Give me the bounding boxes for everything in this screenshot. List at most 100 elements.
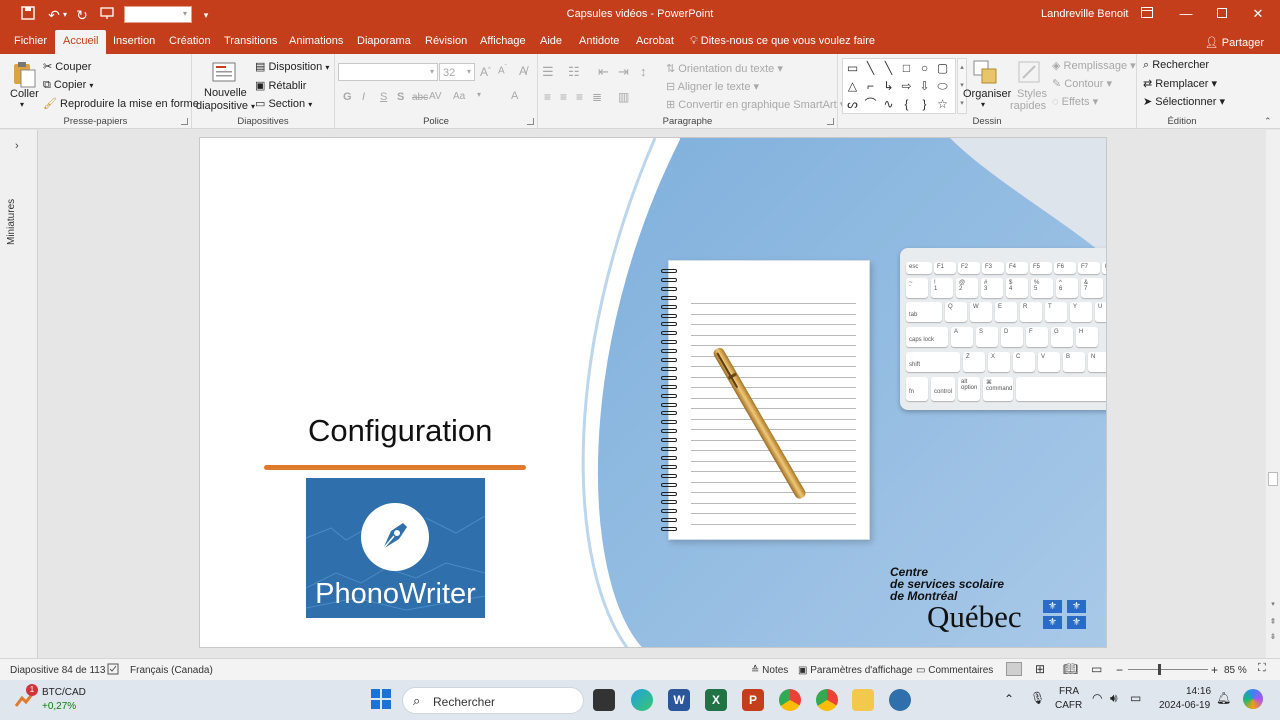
elbow-arrow-icon[interactable]: ↳ <box>881 79 896 94</box>
clock-date[interactable]: 2024-06-19 <box>1159 700 1210 711</box>
dialog-launcher-icon[interactable] <box>827 118 834 125</box>
triangle-shape-icon[interactable]: △ <box>845 79 860 94</box>
excel-icon[interactable]: X <box>705 689 727 711</box>
maximize-icon[interactable] <box>1204 3 1240 25</box>
shape-effects-button[interactable]: ◌ Effets ▾ <box>1052 95 1098 108</box>
right-brace-icon[interactable]: } <box>917 97 932 112</box>
slide-title[interactable]: Configuration <box>308 413 492 449</box>
word-icon[interactable]: W <box>668 689 690 711</box>
chrome-icon[interactable] <box>779 689 801 711</box>
edge-browser-icon[interactable] <box>631 689 653 711</box>
zoom-slider-thumb[interactable] <box>1158 664 1161 675</box>
notification-bell-icon[interactable]: 🔔︎ <box>1216 691 1231 705</box>
prev-slide-icon[interactable]: ⇞ <box>1268 617 1278 626</box>
minimize-icon[interactable]: — <box>1168 3 1204 25</box>
next-slide-icon[interactable]: ⇟ <box>1268 632 1278 641</box>
task-view-icon[interactable] <box>593 689 615 711</box>
notes-button[interactable]: ≙ Notes <box>751 665 788 676</box>
hidden-icons-chevron-icon[interactable]: ⌃ <box>1004 692 1014 706</box>
quick-styles-label-1[interactable]: Styles <box>1017 88 1047 100</box>
right-arrow-shape-icon[interactable]: ⇨ <box>899 79 914 94</box>
slide[interactable]: esc F1 F2 F3 F4 F5 F6 F7 F8 ~` !1 @2 #3 … <box>199 137 1107 648</box>
reset-button[interactable]: ▣ Rétablir <box>255 79 306 92</box>
line-spacing-icon[interactable]: ↕ <box>640 64 647 79</box>
paste-button[interactable]: Coller <box>10 88 39 100</box>
paste-icon[interactable] <box>12 60 36 88</box>
rectangle-shape-icon[interactable]: □ <box>899 61 914 76</box>
underline-button[interactable]: S <box>380 91 387 103</box>
tab-diaporama[interactable]: Diaporama <box>357 35 411 47</box>
replace-button[interactable]: ⇄ Remplacer ▾ <box>1143 77 1217 90</box>
wifi-icon[interactable]: ◠ <box>1092 691 1102 705</box>
shapes-scroll[interactable]: ▴ ▾ ▾ <box>957 58 967 114</box>
normal-view-icon[interactable] <box>1006 662 1022 676</box>
zoom-in-button[interactable]: + <box>1211 663 1218 677</box>
smartart-button[interactable]: ⊞ Convertir en graphique SmartArt ▾ <box>666 98 845 111</box>
align-right-icon[interactable]: ≡ <box>576 90 583 104</box>
curve-shape-icon[interactable]: ∿ <box>881 97 896 112</box>
file-explorer-icon[interactable] <box>852 689 874 711</box>
display-settings-button[interactable]: ▣ Paramètres d'affichage <box>798 665 913 676</box>
columns-icon[interactable]: ▥ <box>618 90 629 104</box>
spellcheck-icon[interactable] <box>107 663 119 678</box>
slide-sorter-icon[interactable]: ⊞ <box>1035 662 1045 676</box>
collapse-ribbon-icon[interactable]: ⌃ <box>1264 116 1272 127</box>
star-shape-icon[interactable]: ☆ <box>935 97 950 112</box>
callout-shape-icon[interactable]: ⬭ <box>935 79 950 94</box>
font-color-button[interactable]: A <box>511 90 518 102</box>
tab-animations[interactable]: Animations <box>289 35 343 47</box>
tab-revision[interactable]: Révision <box>425 35 467 47</box>
vertical-scrollbar[interactable]: ▾ ⇞ ⇟ <box>1266 130 1280 658</box>
copilot-icon[interactable] <box>1243 689 1263 709</box>
paste-dropdown-icon[interactable]: ▾ <box>20 100 24 109</box>
shadow-button[interactable]: S <box>397 91 404 103</box>
scroll-down-icon[interactable]: ▾ <box>1268 600 1278 608</box>
arrange-button[interactable]: Organiser <box>963 88 1011 100</box>
section-button[interactable]: ▭ Section ▾ <box>255 97 312 110</box>
language-indicator[interactable]: Français (Canada) <box>130 665 213 676</box>
taskbar-search[interactable]: ⌕ Rechercher <box>402 687 584 714</box>
cut-button[interactable]: ✂ Couper <box>43 60 91 73</box>
rounded-rect-shape-icon[interactable]: ▢ <box>935 61 950 76</box>
copy-button[interactable]: ⧉ Copier ▾ <box>43 79 93 92</box>
find-button[interactable]: ⌕ Rechercher <box>1143 59 1209 72</box>
phonowriter-logo[interactable]: PhonoWriter <box>306 478 485 618</box>
shapes-gallery[interactable]: ▭ ╲ ╲ □ ○ ▢ △ ⌐ ↳ ⇨ ⇩ ⬭ ᔕ ⌒ ∿ { } ☆ <box>842 58 956 114</box>
microphone-icon[interactable]: 🎙︎ <box>1030 691 1045 705</box>
change-case-button[interactable]: Aa <box>453 91 465 102</box>
ticker-name[interactable]: BTC/CAD <box>42 687 86 698</box>
text-direction-button[interactable]: ⇅ Orientation du texte ▾ <box>666 62 783 75</box>
scroll-thumb[interactable] <box>1268 472 1278 486</box>
layout-button[interactable]: ▤ Disposition ▾ <box>255 60 329 73</box>
tab-creation[interactable]: Création <box>169 35 211 47</box>
close-icon[interactable]: ✕ <box>1240 3 1276 25</box>
clear-format-icon[interactable]: A̸ <box>519 64 527 78</box>
expand-thumbnails-icon[interactable]: › <box>15 140 19 152</box>
new-slide-icon[interactable] <box>212 60 238 84</box>
align-center-icon[interactable]: ≡ <box>560 90 567 104</box>
dialog-launcher-icon[interactable] <box>181 118 188 125</box>
line-shape-icon[interactable]: ╲ <box>881 61 896 76</box>
slideshow-icon[interactable]: ▭ <box>1091 662 1102 676</box>
arc-shape-icon[interactable]: ⌒ <box>863 97 878 112</box>
new-slide-label-2[interactable]: diapositive ▾ <box>196 100 255 112</box>
powerpoint-icon[interactable]: P <box>742 689 764 711</box>
decrease-indent-icon[interactable]: ⇤ <box>598 64 609 80</box>
char-spacing-button[interactable]: AV <box>429 91 442 102</box>
shrink-font-icon[interactable]: Aˇ <box>498 65 507 76</box>
select-button[interactable]: ➤ Sélectionner ▾ <box>1143 95 1225 108</box>
freeform-shape-icon[interactable]: ᔕ <box>845 97 860 112</box>
weather-widget-icon[interactable]: 1 <box>14 684 38 710</box>
thumbnails-label[interactable]: Miniatures <box>6 165 34 255</box>
oval-shape-icon[interactable]: ○ <box>917 61 932 76</box>
tell-me-search[interactable]: 💡︎ Dites-nous ce que vous voulez faire <box>690 35 875 48</box>
tab-aide[interactable]: Aide <box>540 35 562 47</box>
windows-start-icon[interactable] <box>371 689 391 709</box>
zoom-level[interactable]: 85 % <box>1224 665 1247 676</box>
quick-styles-label-2[interactable]: rapides <box>1010 100 1046 112</box>
tab-acrobat[interactable]: Acrobat <box>636 35 674 47</box>
keyboard-lang-2[interactable]: CAFR <box>1055 700 1082 711</box>
reading-view-icon[interactable]: 📖︎ <box>1063 662 1078 676</box>
tab-transitions[interactable]: Transitions <box>224 35 277 47</box>
justify-icon[interactable]: ≣ <box>592 90 602 104</box>
